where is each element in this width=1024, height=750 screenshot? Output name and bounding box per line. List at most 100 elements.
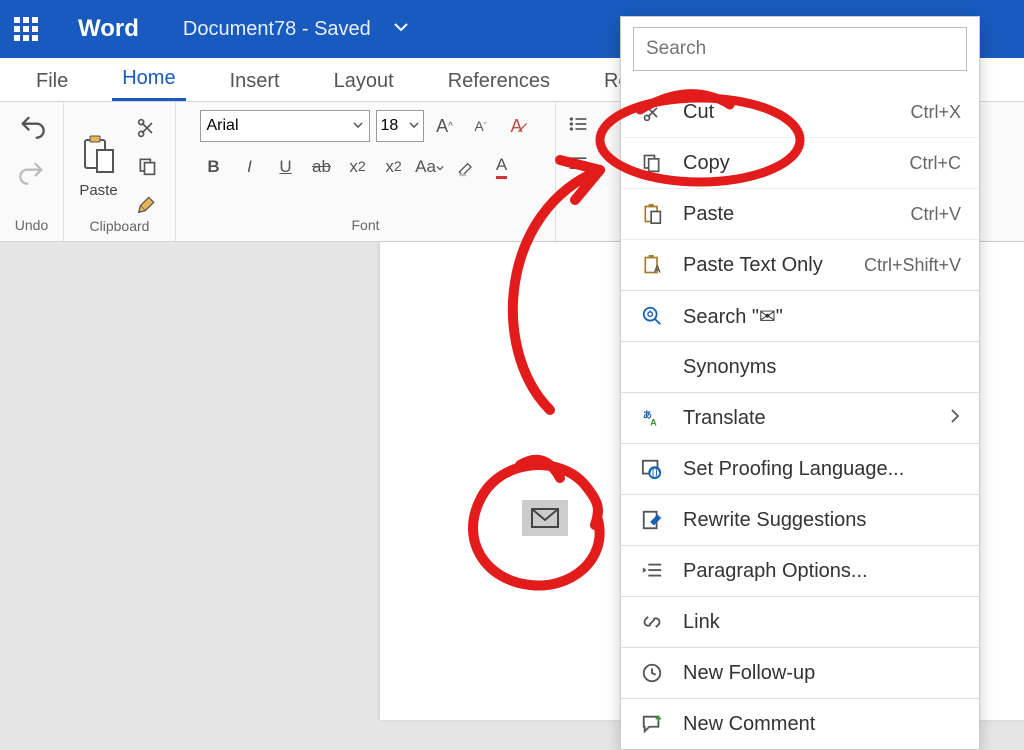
- ctx-copy[interactable]: Copy Ctrl+C: [621, 137, 979, 188]
- italic-button[interactable]: I: [236, 154, 264, 180]
- ctx-label: Rewrite Suggestions: [683, 509, 961, 532]
- font-color-button[interactable]: A: [488, 154, 516, 180]
- ctx-shortcut: Ctrl+X: [910, 102, 961, 123]
- grow-font-button[interactable]: A^: [430, 111, 460, 141]
- strikethrough-button[interactable]: ab: [308, 154, 336, 180]
- app-launcher-icon[interactable]: [14, 17, 38, 41]
- group-paragraph: [556, 102, 600, 241]
- blank-icon: [639, 354, 665, 380]
- superscript-button[interactable]: x2: [380, 154, 408, 180]
- clipboard-text-icon: A: [639, 252, 665, 278]
- chevron-down-icon: [436, 157, 444, 177]
- align-button[interactable]: [564, 150, 592, 178]
- ctx-label: Synonyms: [683, 356, 961, 379]
- context-search: [633, 27, 967, 71]
- font-size-select[interactable]: 18: [376, 110, 424, 142]
- group-label-clipboard: Clipboard: [90, 218, 150, 236]
- ctx-shortcut: Ctrl+V: [910, 204, 961, 225]
- ctx-rewrite-suggestions[interactable]: Rewrite Suggestions: [621, 494, 979, 545]
- shrink-font-button[interactable]: Aˇ: [466, 111, 496, 141]
- paintbrush-icon: [137, 194, 157, 214]
- group-undo: Undo: [0, 102, 64, 241]
- tab-references[interactable]: References: [438, 62, 560, 101]
- doc-gutter: [0, 242, 380, 720]
- chevron-down-icon[interactable]: [393, 19, 409, 40]
- scissors-icon: [639, 99, 665, 125]
- bullets-button[interactable]: [564, 110, 592, 138]
- font-name-value: Arial: [207, 117, 239, 135]
- tab-layout[interactable]: Layout: [324, 62, 404, 101]
- ctx-translate[interactable]: あA Translate: [621, 392, 979, 443]
- ctx-label: Set Proofing Language...: [683, 458, 961, 481]
- paste-button[interactable]: Paste: [79, 134, 119, 199]
- bullets-icon: [568, 114, 588, 134]
- ctx-paragraph-options[interactable]: Paragraph Options...: [621, 545, 979, 596]
- ctx-label: Search "✉": [683, 304, 961, 329]
- scissors-icon: [137, 118, 157, 138]
- font-size-value: 18: [381, 117, 399, 135]
- group-label-font: Font: [351, 217, 379, 235]
- ctx-shortcut: Ctrl+C: [909, 153, 961, 174]
- subscript-button[interactable]: x2: [344, 154, 372, 180]
- translate-icon: あA: [639, 405, 665, 431]
- document-title[interactable]: Document78 - Saved: [183, 18, 371, 41]
- ctx-label: Paste: [683, 203, 910, 226]
- context-search-input[interactable]: [633, 27, 967, 71]
- proofing-icon: [639, 456, 665, 482]
- chevron-right-icon: [949, 407, 961, 430]
- indent-icon: [639, 558, 665, 584]
- change-case-button[interactable]: Aa: [416, 154, 444, 180]
- comment-plus-icon: [639, 711, 665, 737]
- ctx-paste-text-only[interactable]: A Paste Text Only Ctrl+Shift+V: [621, 239, 979, 290]
- chevron-down-icon: [353, 117, 363, 135]
- bold-button[interactable]: B: [200, 154, 228, 180]
- svg-text:A: A: [650, 417, 657, 427]
- pencil-doc-icon: [639, 507, 665, 533]
- highlight-button[interactable]: [452, 154, 480, 180]
- ctx-synonyms[interactable]: Synonyms: [621, 341, 979, 392]
- chevron-down-icon: [409, 117, 419, 135]
- selected-mail-icon[interactable]: [522, 500, 568, 536]
- ctx-label: Translate: [683, 407, 949, 430]
- cut-button[interactable]: [133, 114, 161, 142]
- copy-icon: [137, 156, 157, 176]
- underline-button[interactable]: U: [272, 154, 300, 180]
- search-icon: [639, 303, 665, 329]
- clock-icon: [639, 660, 665, 686]
- copy-button[interactable]: [133, 152, 161, 180]
- group-font: Arial 18 A^ Aˇ A̷ B I U ab x2 x2 Aa: [176, 102, 556, 241]
- ctx-cut[interactable]: Cut Ctrl+X: [621, 87, 979, 137]
- tab-insert[interactable]: Insert: [220, 62, 290, 101]
- undo-button[interactable]: [16, 110, 48, 142]
- clear-formatting-button[interactable]: A̷: [502, 111, 532, 141]
- context-menu: Cut Ctrl+X Copy Ctrl+C Paste Ctrl+V A Pa…: [620, 16, 980, 750]
- tab-file[interactable]: File: [26, 62, 78, 101]
- tab-home[interactable]: Home: [112, 59, 185, 101]
- ctx-label: Paragraph Options...: [683, 560, 961, 583]
- font-name-select[interactable]: Arial: [200, 110, 370, 142]
- highlighter-icon: [456, 157, 476, 177]
- ctx-label: Link: [683, 611, 961, 634]
- envelope-icon: [531, 508, 559, 528]
- align-left-icon: [568, 154, 588, 174]
- ctx-link[interactable]: Link: [621, 596, 979, 647]
- ctx-paste[interactable]: Paste Ctrl+V: [621, 188, 979, 239]
- svg-text:A: A: [654, 265, 661, 276]
- clipboard-icon: [639, 201, 665, 227]
- ctx-shortcut: Ctrl+Shift+V: [864, 255, 961, 276]
- ctx-search-selection[interactable]: Search "✉": [621, 290, 979, 341]
- paste-label: Paste: [79, 182, 117, 199]
- ctx-label: Copy: [683, 152, 909, 175]
- copy-icon: [639, 150, 665, 176]
- redo-button[interactable]: [16, 156, 48, 188]
- ctx-proofing-language[interactable]: Set Proofing Language...: [621, 443, 979, 494]
- group-label-undo: Undo: [15, 217, 48, 235]
- group-clipboard: Paste Clipboard: [64, 102, 176, 241]
- group-label-paragraph: [576, 217, 580, 235]
- ctx-label: New Comment: [683, 713, 961, 736]
- ctx-new-followup[interactable]: New Follow-up: [621, 647, 979, 698]
- format-painter-button[interactable]: [133, 190, 161, 218]
- ctx-new-comment[interactable]: New Comment: [621, 698, 979, 749]
- app-name: Word: [78, 15, 139, 43]
- ctx-label: Paste Text Only: [683, 254, 864, 277]
